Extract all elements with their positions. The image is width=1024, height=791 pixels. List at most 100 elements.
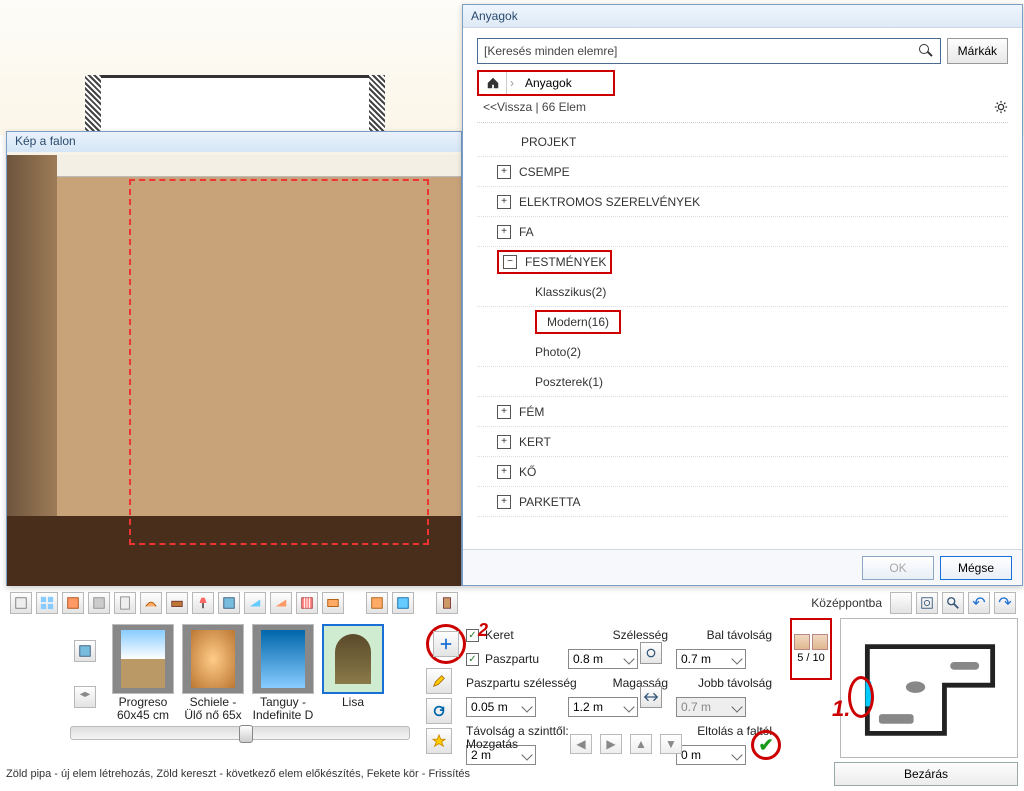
brands-button[interactable]: Márkák [947, 38, 1008, 64]
thumb-lisa[interactable] [322, 624, 384, 694]
material-tree: PROJEKT +CSEMPE +ELEKTROMOS SZERELVÉNYEK… [477, 122, 1008, 522]
jobb-input[interactable]: 0.7 m [676, 697, 746, 717]
search-icon[interactable] [918, 43, 934, 59]
move-down-button[interactable]: ▼ [660, 734, 682, 754]
edit-button[interactable] [426, 668, 452, 694]
zoom-button[interactable] [942, 592, 964, 614]
cap-0: Progreso60x45 cm [112, 696, 174, 722]
dropdown-icon [623, 701, 634, 712]
flip-button[interactable] [640, 686, 662, 708]
tool-3[interactable] [62, 592, 84, 614]
refresh-button[interactable] [426, 698, 452, 724]
tool-14[interactable] [366, 592, 388, 614]
tree-parketta[interactable]: +PARKETTA [477, 487, 1008, 517]
bal-input[interactable]: 0.7 m [676, 649, 746, 669]
check-icon[interactable]: ✔ [758, 735, 773, 756]
bal-label: Bal távolság [707, 628, 772, 642]
tool-4[interactable] [88, 592, 110, 614]
tree-kert[interactable]: +KERT [477, 427, 1008, 457]
tree-ko[interactable]: +KŐ [477, 457, 1008, 487]
tool-13[interactable] [322, 592, 344, 614]
search-input[interactable]: [Keresés minden elemre] [477, 38, 941, 64]
tool-10[interactable] [244, 592, 266, 614]
expand-icon[interactable]: + [497, 165, 511, 179]
thumb-progreso[interactable] [112, 624, 174, 694]
plan-top-shape [90, 75, 380, 135]
tool-1[interactable] [10, 592, 32, 614]
tool-11[interactable] [270, 592, 292, 614]
preview-3d-view[interactable] [7, 152, 461, 586]
pencil-icon [432, 674, 446, 688]
tool-5[interactable] [114, 592, 136, 614]
tool-curtain[interactable] [296, 592, 318, 614]
object-toolbar: Középpontba ↶ ↷ [10, 592, 1016, 614]
tree-fa[interactable]: +FA [477, 217, 1008, 247]
home-icon [486, 76, 500, 90]
cap-3: Lisa [322, 696, 384, 722]
tool-sofa[interactable] [166, 592, 188, 614]
add-button[interactable] [433, 631, 459, 657]
move-right-button[interactable]: ▶ [600, 734, 622, 754]
undo-button[interactable]: ↶ [968, 592, 990, 614]
cap-1: Schiele -Ülő nő 65x [182, 696, 244, 722]
tool-lamp[interactable] [192, 592, 214, 614]
center-checkbox[interactable] [890, 592, 912, 614]
tree-photo[interactable]: Photo(2) [477, 337, 1008, 367]
expand-icon[interactable]: + [497, 495, 511, 509]
paszpartu-w-input[interactable]: 0.05 m [466, 697, 536, 717]
tool-door[interactable] [436, 592, 458, 614]
magassag-input[interactable]: 1.2 m [568, 697, 638, 717]
expand-icon[interactable]: + [497, 465, 511, 479]
jobb-label: Jobb távolság [698, 676, 772, 690]
tool-15[interactable] [392, 592, 414, 614]
tree-poszterek[interactable]: Poszterek(1) [477, 367, 1008, 397]
breadcrumb-label[interactable]: Anyagok [517, 76, 580, 90]
plus-icon [439, 637, 453, 651]
back-link[interactable]: <<Vissza | 66 Elem [483, 100, 586, 114]
tree-festmenyek[interactable]: −FESTMÉNYEK [477, 247, 1008, 277]
expand-icon[interactable]: + [497, 405, 511, 419]
tree-csempe[interactable]: +CSEMPE [477, 157, 1008, 187]
tool-picture[interactable] [218, 592, 240, 614]
tree-klasszikus[interactable]: Klasszikus(2) [477, 277, 1008, 307]
tree-elektromos[interactable]: +ELEKTROMOS SZERELVÉNYEK [477, 187, 1008, 217]
collapse-icon[interactable]: − [503, 255, 517, 269]
ok-button[interactable]: OK [862, 556, 934, 580]
cancel-button[interactable]: Mégse [940, 556, 1012, 580]
favorite-button[interactable] [426, 728, 452, 754]
paszpartu-checkbox[interactable] [466, 653, 479, 666]
search-placeholder: [Keresés minden elemre] [484, 44, 617, 58]
move-up-button[interactable]: ▲ [630, 734, 652, 754]
breadcrumb-highlight: › Anyagok [477, 70, 615, 96]
move-left-button[interactable]: ◀ [570, 734, 592, 754]
tree-modern[interactable]: Modern(16) [477, 307, 1008, 337]
stamp-count: 5 / 10 [797, 652, 825, 664]
link-size-button[interactable] [640, 642, 662, 664]
status-text: Zöld pipa - új elem létrehozás, Zöld ker… [6, 768, 470, 780]
szelesseg-input[interactable]: 0.8 m [568, 649, 638, 669]
tool-grid[interactable] [36, 592, 58, 614]
flip-icon [641, 687, 661, 707]
thumbnail-scroll-slider[interactable] [70, 726, 410, 740]
expand-icon[interactable]: + [497, 225, 511, 239]
breadcrumb-home-button[interactable] [479, 72, 507, 94]
tree-fem[interactable]: +FÉM [477, 397, 1008, 427]
tool-6[interactable] [140, 592, 162, 614]
center-label: Középpontba [811, 596, 882, 610]
wall-side-b-button[interactable] [812, 634, 828, 650]
dropdown-icon [731, 653, 742, 664]
redo-button[interactable]: ↷ [994, 592, 1016, 614]
expand-icon[interactable]: + [497, 435, 511, 449]
thumb-schiele[interactable] [182, 624, 244, 694]
slider-knob[interactable] [239, 725, 253, 743]
wall-side-a-button[interactable] [794, 634, 810, 650]
expand-icon[interactable]: + [497, 195, 511, 209]
zoom-extents-button[interactable] [916, 592, 938, 614]
thumb-tanguy[interactable] [252, 624, 314, 694]
cap-2: Tanguy -Indefinite D [252, 696, 314, 722]
settings-gear-button[interactable] [994, 100, 1008, 114]
close-button[interactable]: Bezárás [834, 762, 1018, 786]
dropdown-icon [731, 701, 742, 712]
tree-project[interactable]: PROJEKT [477, 127, 1008, 157]
paszpartu-w-label: Paszpartu szélesség [466, 676, 577, 690]
